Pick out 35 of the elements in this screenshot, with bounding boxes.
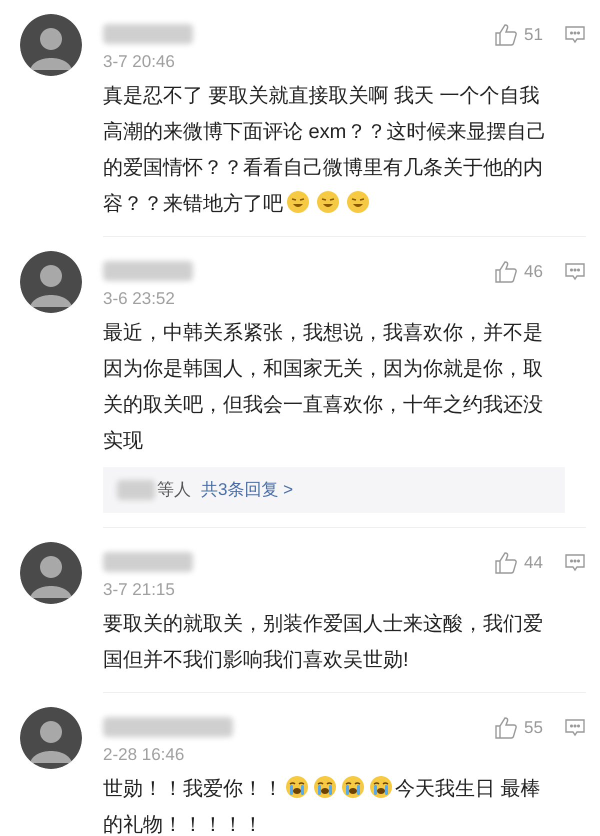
comment-text: 世勋！！我爱你！！ 今天我生日 最棒的礼物！！！！！	[103, 771, 555, 836]
avatar-icon[interactable]	[20, 251, 82, 313]
replies-label: 等人	[157, 479, 191, 502]
thumbs-up-icon[interactable]	[494, 260, 518, 284]
avatar-icon[interactable]	[20, 707, 82, 769]
laughing-emoji-icon	[316, 190, 340, 214]
like-count: 55	[524, 717, 544, 739]
blurred-name-drawing	[117, 480, 155, 500]
comment-icon[interactable]	[564, 24, 586, 45]
like-count: 51	[524, 24, 544, 46]
thumbs-up-icon[interactable]	[494, 716, 518, 740]
laughing-emoji-icon	[346, 190, 370, 214]
comment-time: 3-7 21:15	[103, 579, 176, 601]
like-count: 46	[524, 261, 544, 283]
avatar-icon[interactable]	[20, 14, 82, 76]
comment-time: 3-7 20:46	[103, 51, 176, 73]
comment-icon[interactable]	[564, 552, 586, 573]
crying-emoji-icon	[369, 775, 393, 799]
comment-time: 2-28 16:46	[103, 744, 186, 766]
view-replies-link[interactable]: 共3条回复 >	[201, 477, 294, 503]
crying-emoji-icon	[341, 775, 365, 799]
thumbs-up-icon[interactable]	[494, 22, 518, 47]
comment-icon[interactable]	[564, 718, 586, 738]
crying-emoji-icon	[313, 775, 337, 799]
avatar-icon[interactable]	[20, 542, 82, 604]
like-count: 44	[524, 552, 544, 574]
comment-text: 真是忍不了 要取关就直接取关啊 我天 一个个自我高潮的来微博下面评论 exm？？这时候来显摆自己的爱国情怀？？看看自己微博里有几条关于他的内容？？来错地方了吧	[103, 84, 548, 217]
thumbs-up-icon[interactable]	[494, 550, 518, 575]
comment-text: 要取关的就取关，别装作爱国人士来这酸，我们爱国但并不我们影响我们喜欢吴世勋!	[103, 612, 544, 673]
comment-icon[interactable]	[564, 262, 586, 282]
replies-panel[interactable]: 等人 共3条回复 >	[103, 467, 565, 513]
laughing-emoji-icon	[286, 190, 310, 214]
comment-time: 3-6 23:52	[103, 288, 176, 310]
crying-emoji-icon	[285, 775, 309, 799]
comment-text: 最近，中韩关系紧张，我想说，我喜欢你，并不是因为你是韩国人，和国家无关，因为你就是你，取关的取关吧，但我会一直喜欢你，十年之约我还没实现	[103, 321, 544, 454]
